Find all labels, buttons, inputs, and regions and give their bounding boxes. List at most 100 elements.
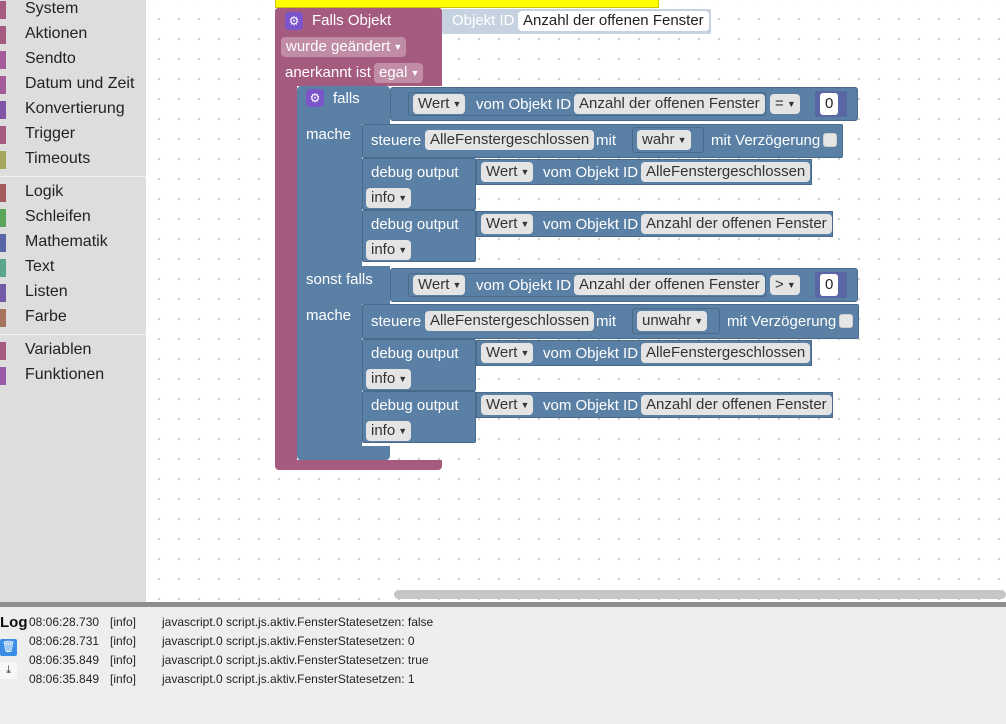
delay-checkbox[interactable] [823,133,837,147]
value-dropdown[interactable]: Wert ▼ [481,343,534,363]
vom-objekt-label: vom Objekt ID [476,96,572,113]
delay-checkbox[interactable] [839,314,853,328]
chevron-down-icon: ▼ [786,99,796,109]
log-message: javascript.0 script.js.aktiv.FensterStat… [162,634,415,648]
category-text[interactable]: Text [0,256,146,278]
object-id-picker[interactable]: Anzahl der offenen Fenster [641,395,832,415]
category-label: Sendto [25,50,76,67]
log-level: [info] [110,672,137,686]
value-dropdown[interactable]: Wert ▼ [481,395,534,415]
category-schleifen[interactable]: Schleifen [0,206,146,228]
category-color-bar [0,209,6,227]
steuere-label: steuere [371,132,422,149]
object-id-picker[interactable]: AlleFenstergeschlossen [641,343,811,363]
log-level-dropdown[interactable]: info ▼ [366,369,412,389]
log-time: 08:06:28.730 [29,615,100,629]
chevron-down-icon: ▼ [393,42,403,52]
category-label: Text [25,258,55,275]
log-time: 08:06:35.849 [29,672,100,686]
category-label: System [25,0,79,17]
category-listen[interactable]: Listen [0,281,146,303]
log-level-dropdown[interactable]: info ▼ [366,240,412,260]
category-mathematik[interactable]: Mathematik [0,231,146,253]
operator-dropdown[interactable]: = ▼ [770,94,800,114]
boolean-value: wahr [642,131,675,148]
value-dropdown[interactable]: Wert ▼ [481,214,534,234]
ack-dropdown[interactable]: egal ▼ [374,63,424,83]
category-timeouts[interactable]: Timeouts [0,148,146,170]
chevron-down-icon: ▼ [398,193,408,203]
number-field[interactable]: 0 [820,274,839,296]
number-field[interactable]: 0 [820,93,839,115]
log-title: Log [0,614,28,631]
delay-label: mit Verzögerung [727,313,837,330]
change-dropdown-value: wurde geändert [286,38,391,55]
value-dropdown[interactable]: Wert ▼ [481,162,534,182]
download-icon[interactable]: ⤓ [0,662,17,679]
category-label: Funktionen [25,366,105,383]
log-level-value: info [371,370,396,387]
object-id-picker[interactable]: Anzahl der offenen Fenster [574,94,765,114]
category-label: Konvertierung [25,100,125,117]
operator-dropdown[interactable]: > ▼ [770,275,800,295]
log-time: 08:06:35.849 [29,653,100,667]
category-label: Logik [25,183,64,200]
change-dropdown[interactable]: wurde geändert ▼ [281,37,407,57]
value-dropdown[interactable]: Wert ▼ [413,94,466,114]
category-label: Trigger [25,125,76,142]
gear-icon[interactable]: ⚙ [306,89,324,107]
category-sendto[interactable]: Sendto [0,48,146,70]
category-datum-und-zeit[interactable]: Datum und Zeit [0,73,146,95]
log-level-value: info [371,422,396,439]
log-time: 08:06:28.731 [29,634,100,648]
category-farbe[interactable]: Farbe [0,306,146,328]
boolean-dropdown[interactable]: unwahr ▼ [637,311,708,331]
category-label: Aktionen [25,25,88,42]
log-level-dropdown[interactable]: info ▼ [366,188,412,208]
category-trigger[interactable]: Trigger [0,123,146,145]
trigger-block-spine [275,86,297,462]
toolbox: System Aktionen Sendto Datum und Zeit Ko… [0,0,146,602]
mit-label: mit [596,313,616,330]
log-panel [0,607,1006,724]
log-level-dropdown[interactable]: info ▼ [366,421,412,441]
target-object-picker[interactable]: AlleFenstergeschlossen [425,130,595,150]
category-funktionen[interactable]: Funktionen [0,364,146,386]
value-dropdown-value: Wert [418,95,450,112]
selected-block-top-edge [275,0,659,8]
log-message: javascript.0 script.js.aktiv.FensterStat… [162,653,429,667]
log-level: [info] [110,653,137,667]
value-dropdown-value: Wert [418,276,450,293]
vom-objekt-label: vom Objekt ID [476,277,572,294]
vom-objekt-label: vom Objekt ID [543,164,639,181]
category-variablen[interactable]: Variablen [0,339,146,361]
toolbox-separator [0,334,146,335]
target-object-picker[interactable]: AlleFenstergeschlossen [425,311,595,331]
object-id-picker[interactable]: Anzahl der offenen Fenster [574,275,765,295]
horizontal-scrollbar[interactable] [394,590,1006,599]
category-konvertierung[interactable]: Konvertierung [0,98,146,120]
value-dropdown[interactable]: Wert ▼ [413,275,466,295]
gear-icon[interactable]: ⚙ [285,12,303,30]
mache-label: mache [306,307,352,324]
category-logik[interactable]: Logik [0,181,146,203]
steuere-label: steuere [371,313,422,330]
debug-output-label: debug output [371,164,459,181]
object-id-picker[interactable]: Anzahl der offenen Fenster [641,214,832,234]
chevron-down-icon: ▼ [398,426,408,436]
category-aktionen[interactable]: Aktionen [0,23,146,45]
object-id-field[interactable]: Anzahl der offenen Fenster [518,11,709,31]
value-dropdown-value: Wert [486,396,518,413]
category-label: Listen [25,283,68,300]
object-id-picker[interactable]: AlleFenstergeschlossen [641,162,811,182]
category-color-bar [0,367,6,385]
chevron-down-icon: ▼ [398,245,408,255]
log-level-value: info [371,241,396,258]
mit-label: mit [596,132,616,149]
category-system[interactable]: System [0,0,146,20]
boolean-dropdown[interactable]: wahr ▼ [637,130,691,150]
trash-icon[interactable]: 🗑 [0,639,17,656]
object-id-label: Objekt ID [452,12,515,29]
trigger-title: Falls Objekt [312,12,392,29]
value-dropdown-value: Wert [486,163,518,180]
